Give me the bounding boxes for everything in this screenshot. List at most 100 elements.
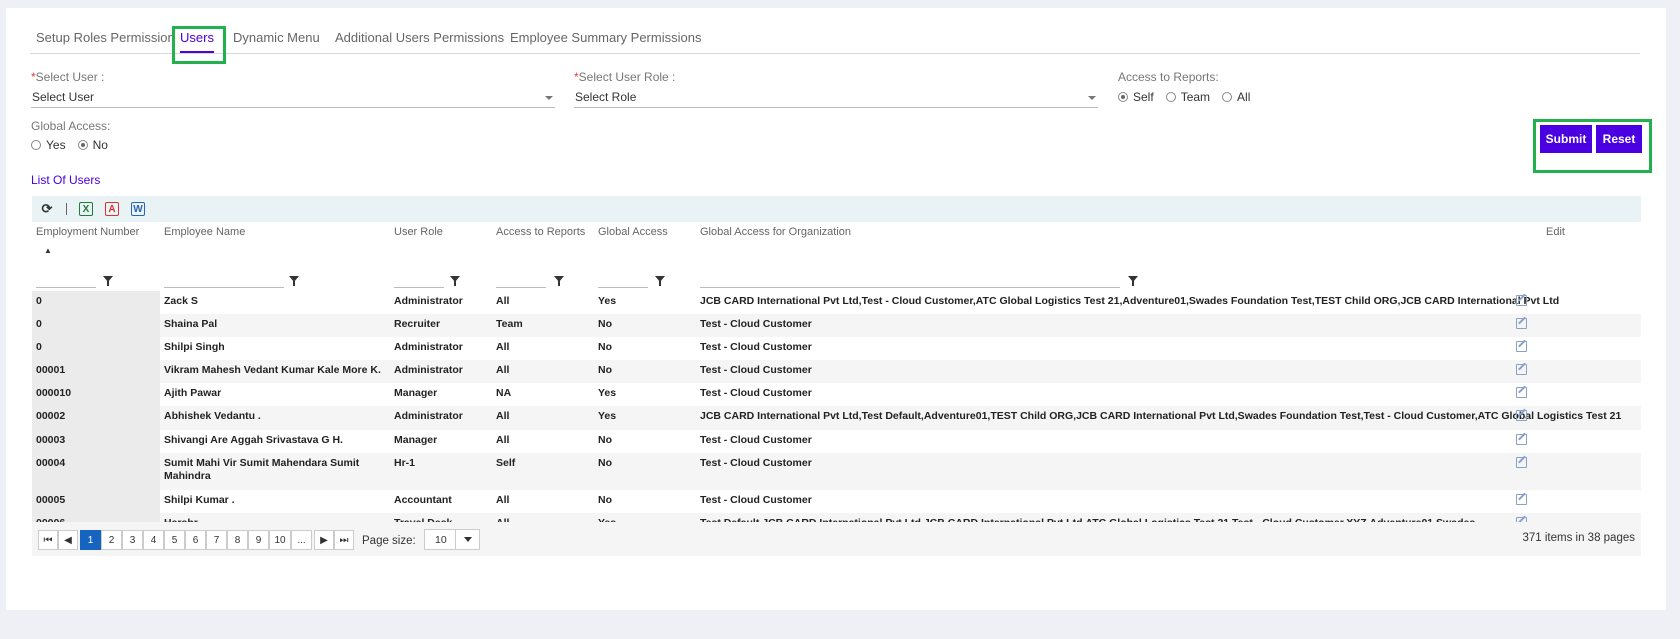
page-button-8[interactable]: 8 [227,530,248,550]
select-user-dropdown[interactable]: Select User [31,86,555,108]
col-user-role[interactable]: User Role [394,226,443,238]
select-role-dropdown[interactable]: Select Role [574,86,1098,108]
cell-employee-name: Shaina Pal [164,318,218,330]
tab-setup-roles-permission[interactable]: Setup Roles Permission [36,30,175,45]
table-row[interactable]: 00004 Sumit Mahi Vir Sumit Mahendara Sum… [32,453,1641,490]
highlight-box-users-tab [172,26,226,64]
filter-icon[interactable] [450,276,460,286]
filter-input-global-access-org[interactable] [700,274,1120,288]
page-button-7[interactable]: 7 [206,530,227,550]
edit-icon[interactable] [1516,410,1527,421]
filter-input-access-reports[interactable] [496,274,546,288]
pdf-icon[interactable]: A [105,202,119,216]
excel-icon[interactable]: X [79,202,93,216]
edit-icon[interactable] [1516,387,1527,398]
page-button-1[interactable]: 1 [80,530,101,550]
page-button-3[interactable]: 3 [122,530,143,550]
cell-access-reports: Team [496,318,523,330]
table-row[interactable]: 00001 Vikram Mahesh Vedant Kumar Kale Mo… [32,360,1641,383]
table-row[interactable]: 000010 Ajith Pawar Manager NA Yes Test -… [32,383,1641,406]
access-reports-label: Access to Reports: [1118,70,1219,84]
edit-icon[interactable] [1516,494,1527,505]
first-page-button[interactable]: ⏮ [38,530,58,550]
radio-icon[interactable] [1165,92,1176,102]
cell-user-role: Administrator [394,295,463,307]
cell-global-access: Yes [598,387,617,399]
radio-icon[interactable] [31,140,41,150]
tab-dynamic-menu[interactable]: Dynamic Menu [233,30,320,45]
global-no-option[interactable]: No [77,138,108,152]
cell-employment-number: 0 [36,295,42,307]
edit-icon[interactable] [1516,457,1527,468]
refresh-icon[interactable]: ⟳ [40,201,54,216]
table-row[interactable]: 0 Shaina Pal Recruiter Team No Test - Cl… [32,314,1641,337]
cell-user-role: Administrator [394,341,463,353]
table-row[interactable]: 00002 Abhishek Vedantu . Administrator A… [32,406,1641,430]
next-page-button[interactable]: ▶ [314,530,334,550]
tab-employee-summary-permissions[interactable]: Employee Summary Permissions [510,30,701,45]
filter-icon[interactable] [1128,276,1138,286]
table-row[interactable]: 0 Zack S Administrator All Yes JCB CARD … [32,291,1641,314]
table-row[interactable]: 00003 Shivangi Are Aggah Srivastava G H.… [32,430,1641,453]
page-size-label: Page size: [362,535,416,547]
prev-page-button[interactable]: ◀ [58,530,78,550]
col-employee-name[interactable]: Employee Name [164,226,245,238]
cell-user-role: Accountant [394,494,452,506]
cell-employment-number: 00005 [36,494,66,506]
cell-global-access-org: Test - Cloud Customer [700,494,812,506]
reset-button[interactable]: Reset [1596,125,1642,153]
cell-employment-number: 0 [36,318,42,330]
submit-button[interactable]: Submit [1540,125,1592,153]
cell-employee-name: Sumit Mahi Vir Sumit Mahendara Sumit Mah… [164,457,360,482]
page-button-5[interactable]: 5 [164,530,185,550]
page-button-9[interactable]: 9 [248,530,269,550]
edit-icon[interactable] [1516,434,1527,445]
cell-employment-number: 000010 [36,387,72,399]
page-size-select[interactable]: 10 [424,529,480,550]
edit-icon[interactable] [1516,364,1527,375]
access-team-option[interactable]: Team [1165,90,1210,104]
edit-icon[interactable] [1516,295,1527,306]
cell-employment-number: 00004 [36,457,66,469]
filter-input-employment-number[interactable] [36,274,96,288]
edit-icon[interactable] [1516,318,1527,329]
cell-user-role: Hr-1 [394,457,416,469]
radio-selected-icon[interactable] [77,140,88,150]
filter-icon[interactable] [655,276,665,286]
cell-user-role: Manager [394,387,438,399]
filter-icon[interactable] [289,276,299,286]
page-button-6[interactable]: 6 [185,530,206,550]
table-row[interactable]: 0 Shilpi Singh Administrator All No Test… [32,337,1641,360]
col-employment-number[interactable]: Employment Number [36,226,139,238]
page-button-4[interactable]: 4 [143,530,164,550]
table-row[interactable]: 00005 Shilpi Kumar . Accountant All No T… [32,490,1641,513]
page-button-more[interactable]: ... [291,530,312,550]
filter-icon[interactable] [554,276,564,286]
filter-input-user-role[interactable] [394,274,444,288]
radio-selected-icon[interactable] [1118,92,1128,102]
cell-employee-name: Vikram Mahesh Vedant Kumar Kale More K. [164,364,381,376]
cell-employment-number: 00002 [36,410,66,422]
col-access-to-reports[interactable]: Access to Reports [496,226,585,238]
col-global-access[interactable]: Global Access [598,226,668,238]
grid-pager: ⏮ ◀ 1 2 3 4 5 6 7 8 9 10 ... ▶ ⏭ Page si… [32,522,1641,556]
filter-icon[interactable] [103,276,113,286]
col-global-access-org[interactable]: Global Access for Organization [700,226,851,238]
access-all-option[interactable]: All [1222,90,1250,104]
word-icon[interactable]: W [131,202,145,216]
cell-global-access-org: Test - Cloud Customer [700,364,812,376]
page-button-2[interactable]: 2 [101,530,122,550]
chevron-down-icon [545,96,553,100]
edit-icon[interactable] [1516,341,1527,352]
cell-global-access-org: Test - Cloud Customer [700,318,812,330]
filter-input-employee-name[interactable] [164,274,284,288]
tab-additional-users-permissions[interactable]: Additional Users Permissions [335,30,504,45]
access-self-option[interactable]: Self [1118,90,1154,104]
filter-input-global-access[interactable] [598,274,648,288]
radio-icon[interactable] [1222,92,1233,102]
sort-ascending-icon[interactable]: ▲ [44,246,52,255]
global-yes-option[interactable]: Yes [31,138,66,152]
page-button-10[interactable]: 10 [269,530,291,550]
chevron-down-icon[interactable] [455,530,479,549]
last-page-button[interactable]: ⏭ [334,530,354,550]
